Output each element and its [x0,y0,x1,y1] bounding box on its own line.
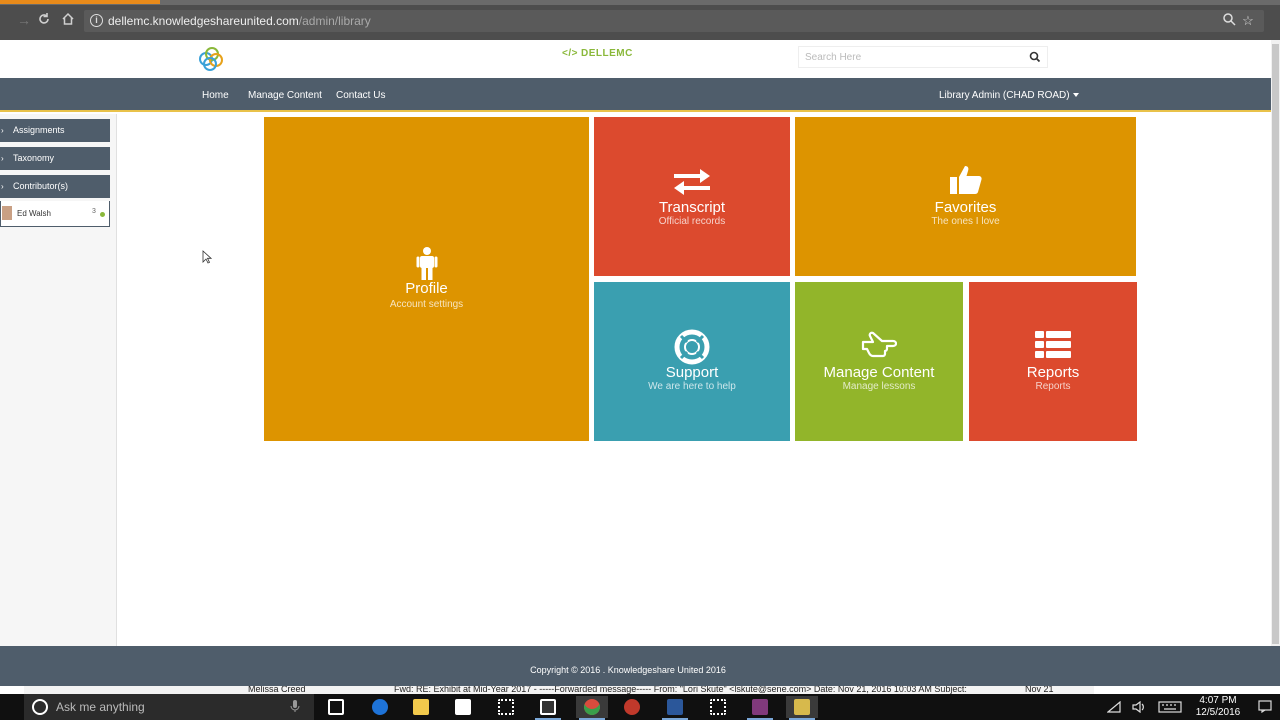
sidebar-item-label: Taxonomy [13,153,55,163]
address-bar[interactable]: i dellemc.knowledgeshareunited.com/admin… [84,10,1264,32]
exchange-arrows-icon [674,169,710,195]
tile-transcript[interactable]: Transcript Official records [594,117,790,276]
thumbs-up-icon [949,166,982,194]
search-input[interactable] [805,50,1025,65]
chevron-right-icon: › [1,126,4,135]
calculator-icon[interactable] [490,696,522,718]
tile-profile[interactable]: Profile Account settings [264,117,589,441]
chevron-right-icon: › [1,154,4,163]
search-icon[interactable] [1029,51,1041,63]
tile-profile-subtitle: Account settings [389,299,464,310]
clock-date: 12/5/2016 [1195,707,1241,718]
system-clock[interactable]: 4:07 PM 12/5/2016 [1193,695,1243,720]
remote-desktop-icon[interactable] [532,696,564,720]
sidebar-item-label: Contributor(s) [13,181,69,191]
nav-home[interactable]: Home [202,90,229,101]
mail-sender: Melissa Creed [248,686,306,694]
avatar [2,206,12,220]
caret-down-icon [1072,93,1079,97]
clock-time: 4:07 PM [1199,695,1237,706]
tile-support-subtitle: We are here to help [648,381,736,392]
zoom-icon[interactable] [1221,13,1237,29]
brand-text: DELLEMC [580,48,633,59]
search-box[interactable] [798,46,1048,68]
site-header: </> DELLEMC [0,40,1280,78]
cortana-search[interactable]: Ask me anything [24,694,314,720]
keyboard-app-icon[interactable] [702,696,734,718]
tile-manage-content-subtitle: Manage lessons [842,381,916,392]
forward-icon[interactable]: → [16,12,32,28]
active-tab-indicator [0,0,160,4]
windows-taskbar: Ask me anything 4:07 PM 12/5/2016 [0,694,1280,720]
contributor-name: Ed Walsh [17,209,51,218]
cortana-icon [32,699,48,715]
chrome-icon[interactable] [576,696,608,720]
cortana-search-text: Ask me anything [56,700,145,714]
url-host: dellemc.knowledgeshareunited.com [108,14,299,28]
mouse-cursor-icon [202,250,212,264]
list-table-icon [1035,331,1071,358]
store-icon[interactable] [447,696,479,718]
bookmark-star-icon[interactable]: ☆ [1240,13,1256,29]
tile-reports[interactable]: Reports Reports [969,282,1137,441]
mail-preview-strip[interactable]: Melissa Creed Fwd: RE: Exhibit at Mid-Ye… [24,686,1094,694]
brand-name: </> DELLEMC [562,48,633,59]
sidebar-item-label: Assignments [13,125,65,135]
tile-favorites[interactable]: Favorites The ones I love [795,117,1136,276]
file-explorer-icon[interactable] [405,696,437,718]
mail-date: Nov 21 [1025,686,1054,694]
onenote-icon[interactable] [744,696,776,720]
url-path: /admin/library [298,14,371,28]
paint-icon[interactable] [616,696,648,718]
browser-toolbar: → i dellemc.knowledgeshareunited.com/adm… [0,0,1280,40]
tile-support-title: Support [665,364,719,381]
site-logo[interactable] [197,45,225,73]
keyboard-icon[interactable] [1158,701,1182,720]
volume-icon[interactable] [1132,700,1146,720]
tile-favorites-title: Favorites [934,199,997,216]
chevron-right-icon: › [1,182,4,191]
tab-strip [0,0,1280,5]
task-view-icon[interactable] [320,696,352,718]
notifications-icon[interactable] [1258,700,1272,720]
contributor-row[interactable]: Ed Walsh 3 [0,201,110,227]
contributor-count: 3 [92,208,96,215]
tile-reports-subtitle: Reports [1035,381,1071,392]
edge-icon[interactable] [364,696,396,718]
sidebar: › Assignments › Taxonomy › Contributor(s) E… [0,114,117,646]
user-menu[interactable]: Library Admin (CHAD ROAD) [939,90,1079,101]
tile-support[interactable]: Support We are here to help [594,282,790,441]
sidebar-item-taxonomy[interactable]: › Taxonomy [0,147,110,170]
tile-manage-content-title: Manage Content [823,364,935,381]
microphone-icon[interactable] [290,699,300,713]
main-nav: Home Manage Content Contact Us Library A… [0,78,1280,112]
pointing-hand-icon [861,331,897,358]
copyright-text: Copyright © 2016 . Knowledgeshare United… [530,665,726,675]
sidebar-item-contributors[interactable]: › Contributor(s) [0,175,110,198]
tile-favorites-subtitle: The ones I love [931,216,1000,227]
online-status-icon [100,212,105,217]
dellemc-logo-icon: </> [562,48,578,59]
site-footer: Copyright © 2016 . Knowledgeshare United… [0,646,1280,686]
network-icon[interactable] [1106,700,1121,720]
lifebuoy-icon [674,329,710,365]
nav-contact-us[interactable]: Contact Us [336,90,385,101]
mail-message: Fwd: RE: Exhibit at Mid-Year 2017 - ----… [394,686,967,694]
tile-profile-title: Profile [405,280,448,297]
page-scrollbar-thumb[interactable] [1272,44,1279,644]
sidebar-item-assignments[interactable]: › Assignments [0,119,110,142]
tile-transcript-title: Transcript [658,199,726,216]
home-icon[interactable] [60,12,76,28]
tile-transcript-subtitle: Official records [658,216,726,227]
nav-manage-content[interactable]: Manage Content [248,90,322,101]
tile-manage-content[interactable]: Manage Content Manage lessons [795,282,963,441]
tile-reports-title: Reports [1026,364,1080,381]
user-menu-label: Library Admin (CHAD ROAD) [939,90,1070,101]
snipping-tool-icon[interactable] [786,696,818,720]
word-icon[interactable] [659,696,691,720]
reload-icon[interactable] [36,12,52,28]
url-text[interactable]: dellemc.knowledgeshareunited.com/admin/l… [108,14,371,28]
info-icon[interactable]: i [90,14,103,27]
user-icon [416,247,437,280]
